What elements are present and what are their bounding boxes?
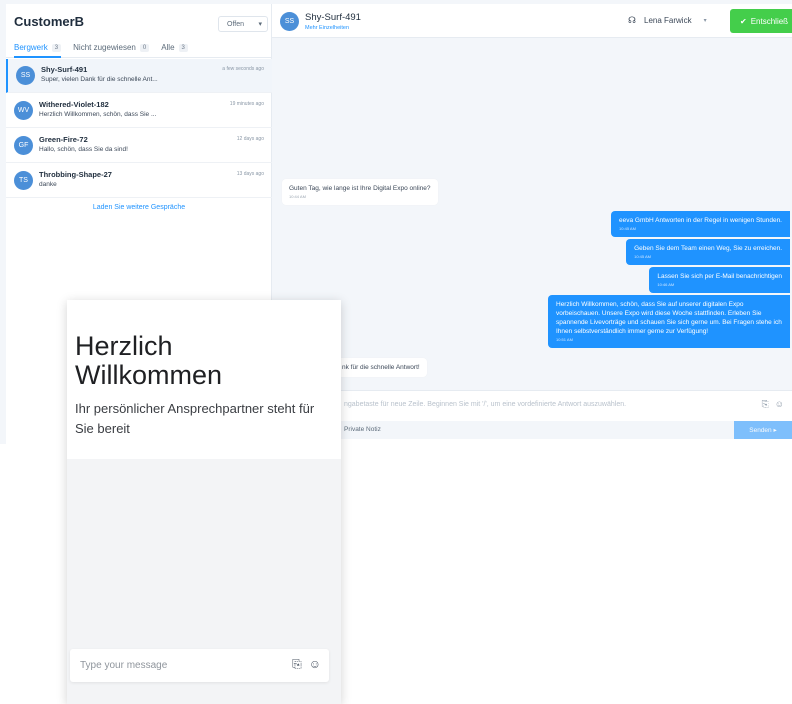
- avatar: SS: [16, 66, 35, 85]
- tab-all[interactable]: Alle 3: [161, 38, 188, 57]
- message-outgoing: Herzlich Willkommen, schön, dass Sie auf…: [548, 295, 790, 348]
- conversation-item[interactable]: TS Throbbing-Shape-27 danke 13 days ago: [6, 164, 272, 198]
- composer-tools: ⎘ ☺: [292, 657, 321, 672]
- conversation-time: 19 minutes ago: [229, 101, 264, 107]
- message-text: Geben Sie dem Team einen Weg, Sie zu err…: [634, 245, 782, 252]
- conversation-time: a few seconds ago: [222, 66, 264, 72]
- tab-count-badge: 0: [139, 43, 150, 52]
- message-outgoing: eeva GmbH Antworten in der Regel in weni…: [611, 211, 790, 237]
- chevron-down-icon: ▾: [703, 18, 707, 24]
- send-arrow-icon: ▸: [771, 427, 777, 434]
- emoji-icon[interactable]: ☺: [775, 399, 784, 410]
- tab-mine[interactable]: Bergwerk 3: [14, 38, 62, 58]
- message-time: 10:44 AM: [289, 194, 306, 199]
- check-icon: ✔: [740, 16, 747, 26]
- send-button[interactable]: Senden ▸: [734, 421, 792, 439]
- message-text: nk für die schnelle Antwort!: [342, 364, 420, 371]
- message-outgoing: Geben Sie dem Team einen Weg, Sie zu err…: [626, 239, 790, 265]
- chat-header: SS Shy-Surf-491 Mehr Einzelheiten ☊ Lena…: [272, 4, 792, 38]
- status-filter-dropdown[interactable]: Offen ▾: [218, 16, 268, 32]
- agent-select[interactable]: ☊ Lena Farwick ▾: [628, 15, 707, 26]
- widget-header: Herzlich Willkommen Ihr persönlicher Ans…: [67, 300, 341, 459]
- message-time: 10:45 AM: [634, 254, 651, 259]
- message-time: 10:51 AM: [556, 337, 573, 342]
- reply-tools: ⎘ ☺: [762, 399, 784, 410]
- tab-count-badge: 3: [51, 43, 62, 52]
- resolve-button[interactable]: ✔ Entschließ: [730, 9, 792, 33]
- conversation-name: Throbbing-Shape-27: [39, 170, 112, 179]
- private-note-tab[interactable]: Private Notiz: [344, 426, 381, 433]
- conversation-item[interactable]: WV Withered-Violet-182 Herzlich Willkomm…: [6, 94, 272, 128]
- more-details-link[interactable]: Mehr Einzelheiten: [305, 25, 349, 31]
- conversation-preview: Hallo, schön, dass Sie da sind!: [39, 146, 128, 153]
- conversation-name: Green-Fire-72: [39, 135, 88, 144]
- widget-title: Herzlich Willkommen: [75, 331, 223, 390]
- resolve-label: Entschließ: [750, 16, 789, 26]
- chevron-down-icon: ▾: [258, 21, 262, 28]
- reply-box: ngabetaste für neue Zeile. Beginnen Sie …: [272, 390, 792, 444]
- widget-subtitle: Ihr persönlicher Ansprechpartner steht f…: [75, 401, 315, 436]
- message-incoming: Guten Tag, wie lange ist Ihre Digital Ex…: [282, 179, 438, 205]
- contact-name: Shy-Surf-491: [305, 12, 361, 23]
- message-text: Guten Tag, wie lange ist Ihre Digital Ex…: [289, 185, 431, 192]
- message-outgoing: Lassen Sie sich per E-Mail benachrichtig…: [649, 267, 790, 293]
- screen: CustomerB Offen ▾ Bergwerk 3 Nicht zugew…: [0, 0, 792, 704]
- chat-widget: Herzlich Willkommen Ihr persönlicher Ans…: [67, 300, 341, 704]
- conversation-tabs: Bergwerk 3 Nicht zugewiesen 0 Alle 3: [6, 38, 272, 58]
- tab-label: Nicht zugewiesen: [73, 43, 136, 52]
- conversation-name: Withered-Violet-182: [39, 100, 109, 109]
- widget-composer: ⎘ ☺: [70, 649, 329, 682]
- message-input[interactable]: [80, 657, 275, 674]
- avatar: TS: [14, 171, 33, 190]
- send-label: Senden: [749, 426, 772, 434]
- emoji-icon[interactable]: ☺: [309, 657, 321, 672]
- message-text: Herzlich Willkommen, schön, dass Sie auf…: [556, 301, 782, 335]
- message-text: Lassen Sie sich per E-Mail benachrichtig…: [657, 273, 782, 280]
- reply-bar: Private Notiz Senden ▸: [272, 421, 792, 439]
- avatar: GF: [14, 136, 33, 155]
- conversation-time: 13 days ago: [236, 171, 264, 177]
- paperclip-icon[interactable]: ⎘: [292, 657, 302, 672]
- load-more-link[interactable]: Laden Sie weitere Gespräche: [6, 204, 272, 211]
- sidebar-header: CustomerB Offen ▾: [6, 4, 271, 38]
- tab-label: Bergwerk: [14, 43, 48, 52]
- conversation-time: 12 days ago: [236, 136, 264, 142]
- status-filter-value: Offen: [227, 20, 244, 28]
- conversation-preview: Herzlich Willkommen, schön, dass Sie ...: [39, 111, 157, 118]
- conversation-item[interactable]: GF Green-Fire-72 Hallo, schön, dass Sie …: [6, 129, 272, 163]
- avatar: WV: [14, 101, 33, 120]
- paperclip-icon[interactable]: ⎘: [762, 399, 769, 410]
- message-text: eeva GmbH Antworten in der Regel in weni…: [619, 217, 782, 224]
- headset-icon: ☊: [628, 15, 636, 25]
- conversation-name: Shy-Surf-491: [41, 65, 88, 74]
- agent-name: Lena Farwick: [644, 16, 692, 25]
- conversation-preview: danke: [39, 181, 57, 188]
- conversation-item[interactable]: SS Shy-Surf-491 Super, vielen Dank für d…: [6, 59, 272, 93]
- tab-unassigned[interactable]: Nicht zugewiesen 0: [73, 38, 150, 57]
- tab-label: Alle: [161, 43, 175, 52]
- message-time: 10:46 AM: [657, 282, 675, 287]
- reply-input[interactable]: ngabetaste für neue Zeile. Beginnen Sie …: [344, 401, 626, 408]
- inbox-title: CustomerB: [14, 14, 85, 29]
- message-time: 10:45 AM: [619, 226, 636, 231]
- tab-count-badge: 3: [178, 43, 188, 52]
- contact-avatar: SS: [280, 12, 299, 31]
- conversation-preview: Super, vielen Dank für die schnelle Ant.…: [41, 76, 158, 83]
